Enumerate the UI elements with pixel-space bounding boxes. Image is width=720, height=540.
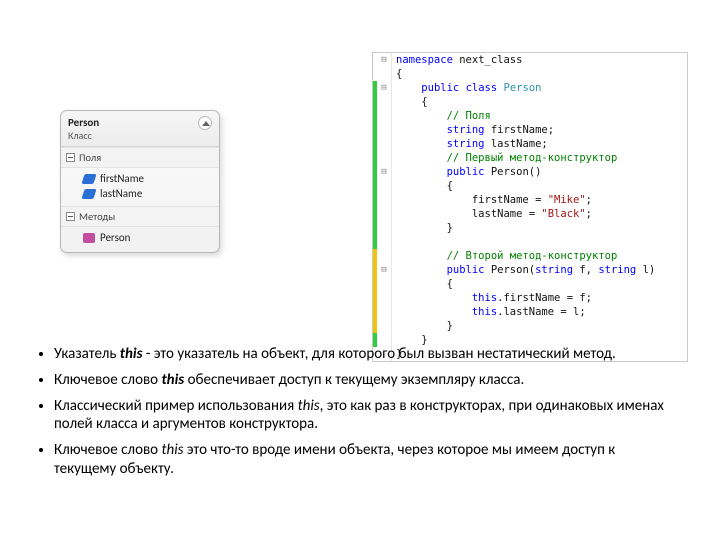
field-item[interactable]: lastName xyxy=(61,186,219,201)
list-item: Ключевое слово this обеспечивает доступ … xyxy=(54,371,680,390)
code-line: // Второй метод-конструктор xyxy=(373,249,687,263)
field-icon xyxy=(81,174,96,184)
code-editor: ⊟namespace next_class{⊟ public class Per… xyxy=(372,52,688,362)
field-label: firstName xyxy=(100,172,144,185)
code-line xyxy=(373,235,687,249)
method-icon xyxy=(83,233,95,243)
list-item: Классический пример использования this, … xyxy=(54,397,680,435)
method-label: Person xyxy=(100,231,130,244)
code-line: ⊟ public class Person xyxy=(373,81,687,95)
list-item: Указатель this - это указатель на объект… xyxy=(54,345,680,364)
code-line: firstName = "Mike"; xyxy=(373,193,687,207)
minus-icon xyxy=(66,212,75,221)
code-line: // Первый метод-конструктор xyxy=(373,151,687,165)
code-line: string lastName; xyxy=(373,137,687,151)
code-line: this.firstName = f; xyxy=(373,291,687,305)
class-diagram-card: Person Класс Поля firstName lastName Мето… xyxy=(60,110,220,253)
slide-bullets: Указатель this - это указатель на объект… xyxy=(30,345,680,486)
section-fields-label: Поля xyxy=(79,151,101,164)
list-item: Ключевое слово this это что-то вроде име… xyxy=(54,441,680,479)
class-kind: Класс xyxy=(68,129,198,142)
code-line: { xyxy=(373,67,687,81)
code-line: ⊟namespace next_class xyxy=(373,53,687,67)
code-line: ⊟ public Person() xyxy=(373,165,687,179)
code-line: { xyxy=(373,179,687,193)
method-item[interactable]: Person xyxy=(61,230,219,245)
section-methods-label: Методы xyxy=(79,210,115,223)
section-methods-header[interactable]: Методы xyxy=(61,206,219,227)
code-line: { xyxy=(373,95,687,109)
section-fields-header[interactable]: Поля xyxy=(61,147,219,168)
code-line: string firstName; xyxy=(373,123,687,137)
code-line: { xyxy=(373,277,687,291)
code-line: this.lastName = l; xyxy=(373,305,687,319)
collapse-icon[interactable] xyxy=(198,116,212,130)
minus-icon xyxy=(66,153,75,162)
code-line: } xyxy=(373,221,687,235)
field-icon xyxy=(81,189,96,199)
code-line: lastName = "Black"; xyxy=(373,207,687,221)
field-label: lastName xyxy=(100,187,142,200)
code-line: // Поля xyxy=(373,109,687,123)
field-item[interactable]: firstName xyxy=(61,171,219,186)
class-name: Person xyxy=(68,116,198,129)
code-line: ⊟ public Person(string f, string l) xyxy=(373,263,687,277)
code-line: } xyxy=(373,319,687,333)
